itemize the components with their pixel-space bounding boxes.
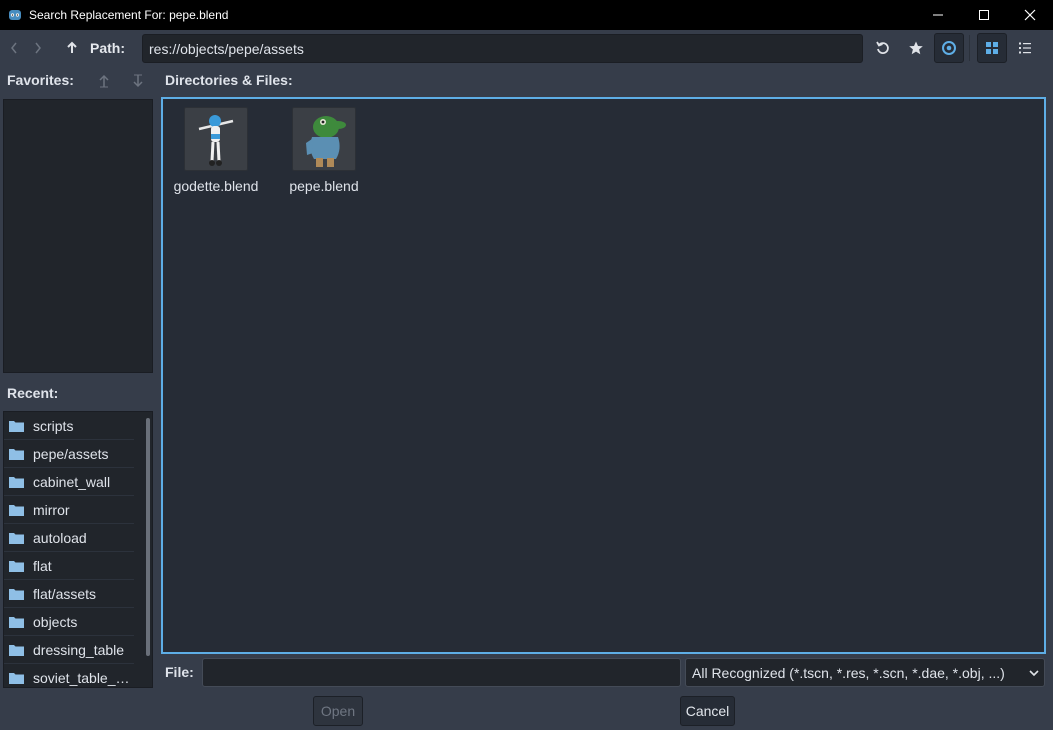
pepe-thumbnail: [292, 107, 356, 171]
recent-item[interactable]: cabinet_wall: [4, 468, 134, 496]
recent-item[interactable]: dressing_table: [4, 636, 134, 664]
maximize-icon: [979, 10, 989, 20]
forward-button[interactable]: [26, 36, 50, 60]
minimize-button[interactable]: [915, 0, 961, 30]
path-label: Path:: [90, 40, 125, 56]
grid-view-button[interactable]: [977, 33, 1007, 63]
parent-folder-button[interactable]: [60, 36, 84, 60]
recent-list[interactable]: scripts pepe/assets cabinet_wall mirror …: [3, 411, 153, 688]
recent-item[interactable]: autoload: [4, 524, 134, 552]
folder-icon: [9, 448, 24, 460]
folder-icon: [9, 504, 24, 516]
favorite-button[interactable]: [901, 33, 931, 63]
favorites-label: Favorites:: [7, 72, 74, 88]
path-toolbar: Path:: [0, 30, 1053, 66]
godot-icon: [8, 8, 22, 22]
directories-files-label: Directories & Files:: [165, 72, 293, 88]
recent-item[interactable]: pepe/assets: [4, 440, 134, 468]
file-label: File:: [165, 664, 194, 680]
file-type-filter-select[interactable]: All Recognized (*.tscn, *.res, *.scn, *.…: [685, 658, 1045, 687]
file-item-pepe[interactable]: pepe.blend: [271, 107, 377, 194]
back-button[interactable]: [2, 36, 26, 60]
file-name: godette.blend: [173, 178, 259, 194]
star-icon: [909, 41, 923, 55]
cancel-button[interactable]: Cancel: [680, 696, 735, 726]
toggle-hidden-button[interactable]: [934, 33, 964, 63]
file-item-godette[interactable]: godette.blend: [163, 107, 269, 194]
chevron-left-icon: [11, 42, 17, 54]
window-title: Search Replacement For: pepe.blend: [29, 8, 229, 22]
folder-icon: [9, 588, 24, 600]
refresh-button[interactable]: [868, 33, 898, 63]
title-bar: Search Replacement For: pepe.blend: [0, 0, 1053, 30]
close-button[interactable]: [1007, 0, 1053, 30]
eye-icon: [942, 41, 956, 55]
folder-icon: [9, 560, 24, 572]
close-icon: [1024, 9, 1036, 21]
folder-icon: [9, 672, 24, 684]
grid-icon: [986, 42, 998, 54]
recent-scrollbar[interactable]: [146, 418, 150, 656]
favorite-move-down-button[interactable]: [130, 72, 146, 90]
files-panel[interactable]: godette.blend pepe.blend: [161, 97, 1046, 654]
list-icon: [1019, 42, 1031, 54]
path-input[interactable]: [142, 34, 863, 63]
list-view-button[interactable]: [1010, 33, 1040, 63]
folder-icon: [9, 532, 24, 544]
chevron-right-icon: [35, 42, 41, 54]
view-tools: [868, 33, 1043, 63]
file-name: pepe.blend: [289, 178, 359, 194]
folder-icon: [9, 644, 24, 656]
open-button[interactable]: Open: [313, 696, 363, 726]
arrow-up-icon: [99, 74, 109, 88]
refresh-icon: [876, 41, 889, 54]
arrow-up-icon: [67, 41, 77, 53]
folder-icon: [9, 420, 24, 432]
chevron-down-icon: [1029, 670, 1039, 677]
recent-item[interactable]: flat/assets: [4, 580, 134, 608]
folder-icon: [9, 476, 24, 488]
recent-item[interactable]: scripts: [4, 412, 134, 440]
minimize-icon: [933, 14, 943, 16]
recent-item[interactable]: objects: [4, 608, 134, 636]
arrow-down-icon: [133, 74, 143, 88]
recent-label: Recent:: [7, 385, 59, 401]
filter-value: All Recognized (*.tscn, *.res, *.scn, *.…: [692, 664, 1005, 681]
toolbar-separator: [969, 35, 970, 61]
favorites-list[interactable]: [3, 99, 153, 373]
favorite-move-up-button[interactable]: [96, 72, 112, 90]
maximize-button[interactable]: [961, 0, 1007, 30]
godette-thumbnail: [184, 107, 248, 171]
folder-icon: [9, 616, 24, 628]
file-name-input[interactable]: [202, 658, 681, 687]
recent-item[interactable]: flat: [4, 552, 134, 580]
recent-item[interactable]: soviet_table_b...: [4, 664, 134, 687]
recent-item[interactable]: mirror: [4, 496, 134, 524]
